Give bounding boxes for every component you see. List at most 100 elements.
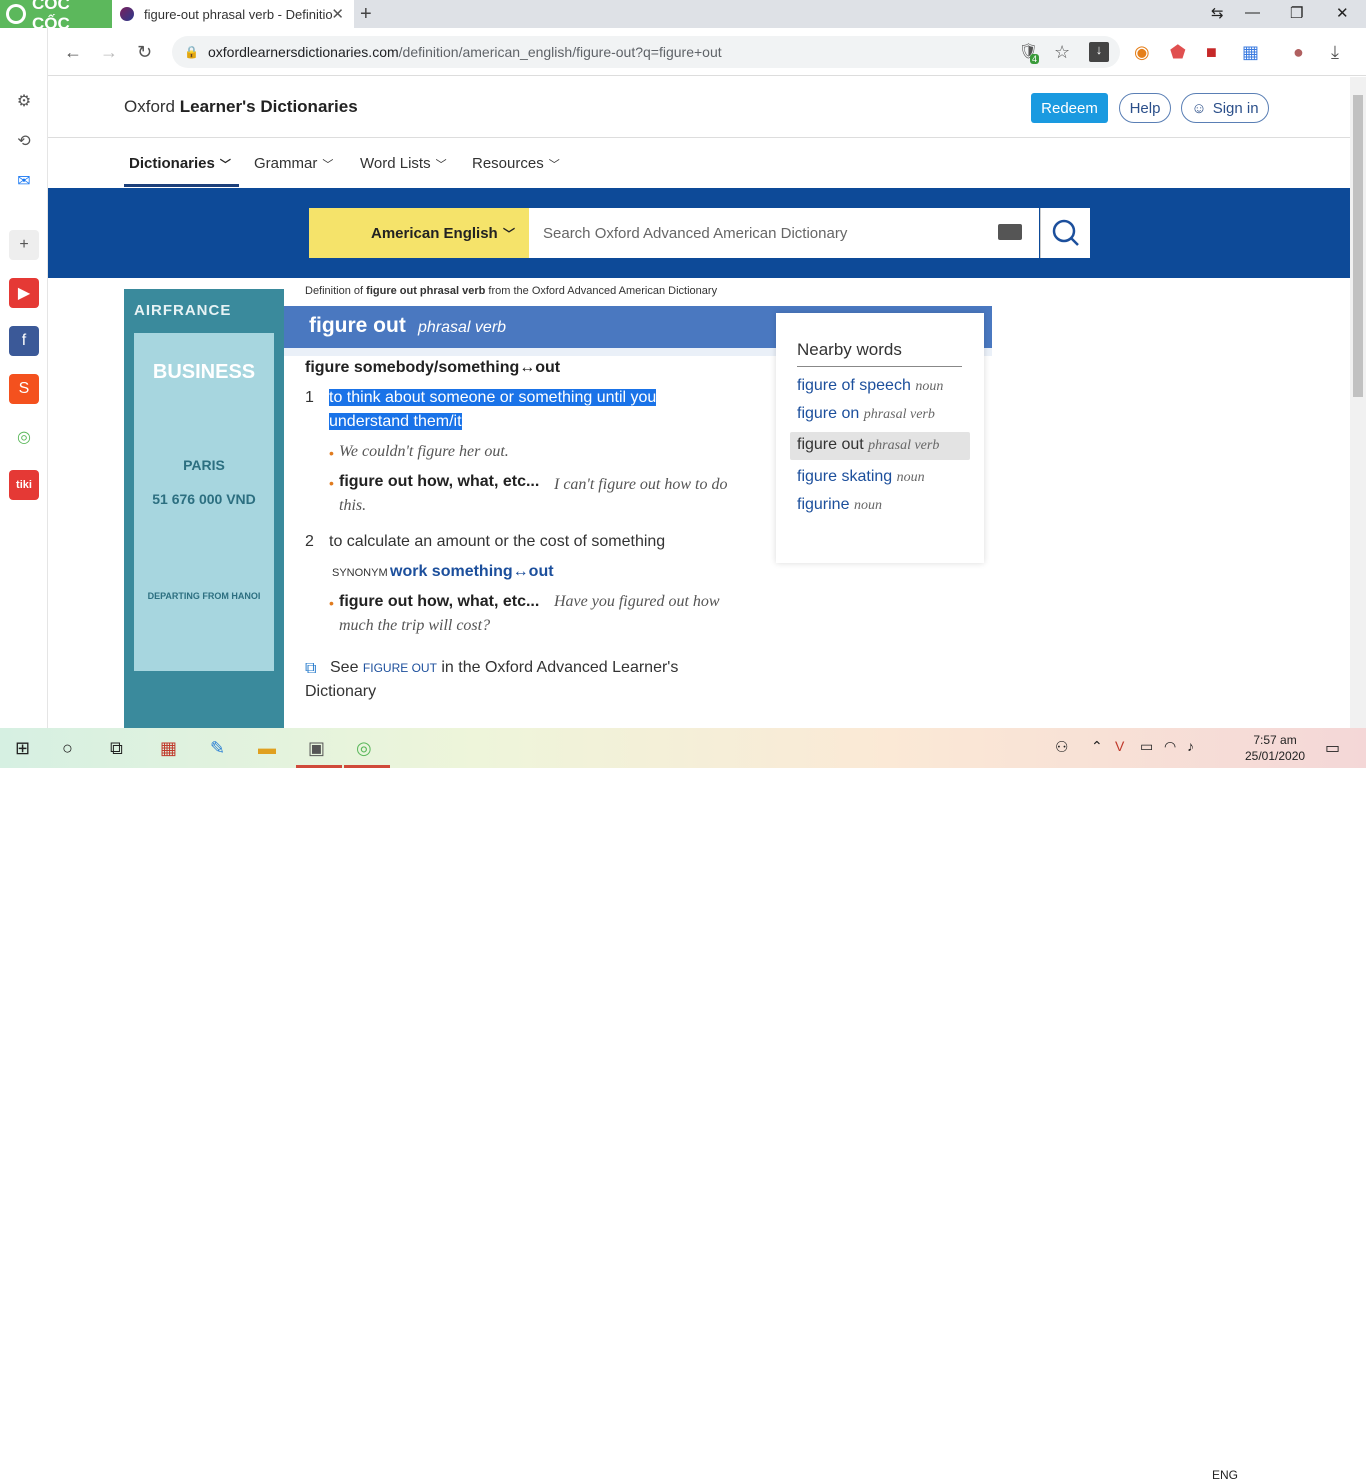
tab-close-icon[interactable]: ✕: [331, 5, 344, 23]
coccoc-menu-button[interactable]: CỐC CỐC: [0, 0, 112, 33]
nearby-item[interactable]: figure skating noun: [797, 468, 925, 486]
lock-icon: 🔒: [184, 45, 199, 59]
clock-date: 25/01/2020: [1245, 749, 1306, 763]
history-icon[interactable]: ⟲: [9, 126, 39, 156]
site-header: Oxford Learner's Dictionaries Redeem Hel…: [48, 77, 1350, 138]
nav-grammar[interactable]: Grammar ﹀: [254, 155, 333, 172]
help-button[interactable]: Help: [1119, 93, 1171, 123]
see-also-link[interactable]: FIGURE OUT: [363, 661, 437, 675]
nearby-item[interactable]: figurine noun: [797, 496, 882, 514]
search-input[interactable]: Search Oxford Advanced American Dictiona…: [529, 208, 1039, 258]
scrollbar-thumb[interactable]: [1353, 95, 1363, 397]
ad-class: BUSINESS: [152, 361, 256, 383]
language-indicator[interactable]: ENG: [1212, 1468, 1238, 1482]
nav-word-lists[interactable]: Word Lists ﹀: [360, 155, 447, 172]
example-pattern: figure out how, what, etc...: [339, 473, 540, 490]
synonym-link[interactable]: work something↔out: [390, 563, 554, 581]
ad-departing: DEPARTING FROM HANOI: [147, 591, 261, 601]
adblock-icon[interactable]: ⬟: [1170, 42, 1186, 63]
coccoc-app-icon[interactable]: ◎: [9, 422, 39, 452]
windows-start-icon[interactable]: ⊞: [15, 738, 30, 759]
wifi-icon[interactable]: ◠: [1164, 738, 1176, 755]
site-logo-bold: Learner's Dictionaries: [179, 97, 358, 116]
ad-card: BUSINESS PARIS 51 676 000 VND DEPARTING …: [134, 333, 274, 671]
battery-icon[interactable]: ▭: [1140, 738, 1153, 755]
forward-button[interactable]: →: [100, 42, 118, 63]
clock[interactable]: 7:57 am 25/01/2020: [1245, 732, 1305, 764]
main-nav: Dictionaries ﹀ Grammar ﹀ Word Lists ﹀ Resou…: [48, 139, 1350, 188]
messenger-icon[interactable]: ✉: [9, 166, 39, 196]
bookmark-star-icon[interactable]: ☆: [1054, 42, 1070, 63]
bullet-icon: •: [329, 595, 334, 611]
entry-pattern: figure somebody/something↔out: [305, 359, 561, 376]
nav-resources[interactable]: Resources ﹀: [472, 155, 560, 172]
people-icon[interactable]: ⚇: [1055, 738, 1068, 756]
ad-city: PARIS: [183, 457, 225, 473]
reload-button[interactable]: ↻: [137, 42, 152, 63]
example-sentence: Have you figured out how: [554, 593, 720, 610]
search-button[interactable]: [1040, 208, 1090, 258]
browser-tab[interactable]: figure-out phrasal verb - Definitio ✕: [112, 0, 354, 28]
sense-number: 1: [305, 389, 314, 406]
dictionary-select[interactable]: American English ﹀: [309, 208, 529, 258]
search-icon: [1052, 219, 1079, 246]
tiki-icon[interactable]: tiki: [9, 470, 39, 500]
new-tab-button[interactable]: +: [360, 3, 372, 26]
restore-button[interactable]: ❐: [1290, 4, 1303, 22]
back-button[interactable]: ←: [64, 42, 82, 63]
shopee-icon[interactable]: S: [9, 374, 39, 404]
close-window-button[interactable]: ✕: [1336, 4, 1349, 22]
chrome-extension-icon[interactable]: ◉: [1134, 42, 1150, 63]
tab-strip: CỐC CỐC figure-out phrasal verb - Defini…: [0, 0, 1366, 33]
nearby-item[interactable]: figure of speech noun: [797, 377, 943, 395]
keyboard-icon[interactable]: [998, 224, 1022, 240]
coccoc-logo-icon: [6, 4, 26, 24]
browser-sidebar: ⚙ ⟲ ✉ + ▶ f S ◎ tiki: [0, 28, 48, 728]
airfrance-ad[interactable]: AIRFRANCE BUSINESS PARIS 51 676 000 VND …: [124, 289, 284, 728]
site-logo[interactable]: Oxford Learner's Dictionaries: [124, 97, 358, 117]
youtube-icon[interactable]: ▶: [9, 278, 39, 308]
page-scrollbar[interactable]: [1350, 77, 1366, 728]
redeem-button[interactable]: Redeem: [1031, 93, 1108, 123]
colorful-extension-icon[interactable]: ▦: [1242, 42, 1259, 63]
add-shortcut-icon[interactable]: +: [9, 230, 39, 260]
minimize-button[interactable]: —: [1245, 4, 1260, 21]
chevron-down-icon: ﹀: [502, 226, 515, 241]
see-also: See FIGURE OUT in the Oxford Advanced Le…: [330, 659, 679, 676]
synonym-label: SYNONYM: [332, 567, 388, 579]
notifications-icon[interactable]: ▭: [1325, 738, 1340, 758]
settings-gear-icon[interactable]: ⚙: [9, 86, 39, 116]
site-logo-prefix: Oxford: [124, 97, 180, 116]
app-icon[interactable]: ▦: [160, 738, 177, 759]
nearby-item-current[interactable]: figure out phrasal verb: [790, 432, 970, 460]
oxford-favicon-icon: [120, 7, 134, 21]
chevron-down-icon: ﹀: [548, 159, 560, 171]
example-pattern: figure out how, what, etc...: [339, 593, 540, 610]
chevron-up-icon[interactable]: ⌃: [1091, 738, 1103, 755]
task-view-icon[interactable]: ⧉: [110, 738, 123, 759]
profile-avatar-icon[interactable]: ●: [1293, 42, 1304, 63]
downloads-icon[interactable]: ⤓: [1331, 42, 1339, 63]
extension-badge: 4: [1030, 54, 1040, 64]
dictionary-select-label: American English: [371, 224, 498, 242]
search-circle-icon[interactable]: ○: [62, 738, 73, 759]
facebook-icon[interactable]: f: [9, 326, 39, 356]
browser-toolbar: ▣ ← → ↻ 🔒 oxfordlearnersdictionaries.com…: [0, 28, 1366, 76]
coccoc-taskbar-icon[interactable]: ◎: [356, 738, 372, 759]
paint-app-icon[interactable]: ✎: [210, 738, 225, 759]
nav-dictionaries[interactable]: Dictionaries ﹀: [129, 155, 231, 172]
web-page: Oxford Learner's Dictionaries Redeem Hel…: [48, 77, 1350, 728]
nearby-item[interactable]: figure on phrasal verb: [797, 405, 935, 423]
tray-app-icon[interactable]: V: [1115, 738, 1124, 754]
volume-icon[interactable]: ♪: [1187, 738, 1194, 754]
file-explorer-icon[interactable]: ▬: [258, 738, 276, 759]
user-icon: ☺: [1191, 99, 1207, 117]
tab-search-icon[interactable]: ⇆: [1211, 4, 1224, 22]
sign-in-button[interactable]: ☺ Sign in: [1181, 93, 1269, 123]
address-bar[interactable]: 🔒 oxfordlearnersdictionaries.com/definit…: [172, 36, 1120, 68]
chevron-down-icon: ﹀: [435, 159, 447, 171]
url-path: /definition/american_english/figure-out?…: [398, 44, 722, 60]
download-extension-icon[interactable]: ↓: [1089, 42, 1109, 62]
app-icon[interactable]: ▣: [308, 738, 325, 759]
red-extension-icon[interactable]: ■: [1206, 42, 1217, 63]
